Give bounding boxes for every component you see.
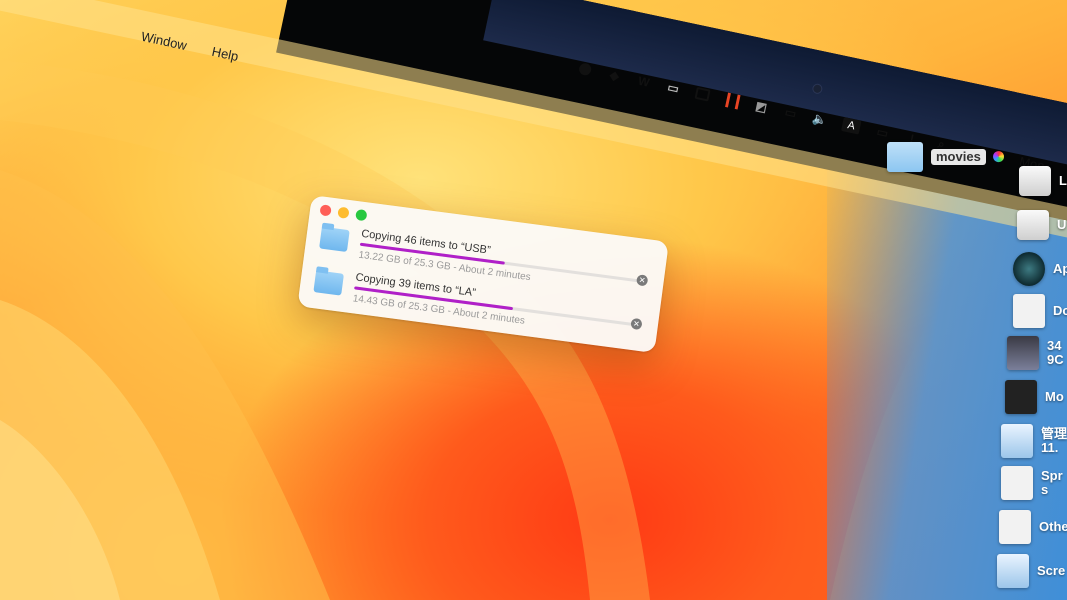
input-source-icon[interactable]: A: [841, 116, 862, 135]
stop-copy-button[interactable]: ✕: [636, 274, 649, 287]
image-icon: [1005, 380, 1037, 414]
screenshot-icon: [1001, 424, 1033, 458]
drive-icon: [1019, 166, 1051, 196]
battery-status-icon[interactable]: ▭: [665, 79, 682, 96]
desktop-item-image[interactable]: Mo: [1005, 380, 1064, 414]
desktop-item-drive-l[interactable]: L: [1019, 166, 1067, 196]
photo-icon: [1007, 336, 1039, 370]
desktop-item-label: 管理 11.: [1041, 426, 1067, 455]
folder-icon: [313, 270, 344, 296]
desktop-item-label: Spr s: [1041, 468, 1063, 497]
desktop-item-label: U: [1057, 217, 1067, 232]
desktop-item-label: L: [1059, 173, 1067, 188]
desktop-icons: movies L U Ap Do 34 9C Mo 管理 11. Spr s O…: [867, 0, 1067, 600]
minimize-button[interactable]: [337, 206, 350, 219]
desktop-item-label: Scre: [1037, 563, 1066, 578]
zoom-button[interactable]: [355, 208, 368, 222]
screenshot-icon: [997, 554, 1029, 588]
volume-icon[interactable]: 🔈: [811, 110, 829, 127]
desktop-item-screenshot-2[interactable]: Scre: [997, 554, 1065, 588]
desktop-item-screenshot-1[interactable]: 管理 11.: [1001, 424, 1067, 458]
close-button[interactable]: [319, 204, 332, 217]
desktop-item-doc[interactable]: Do: [1013, 294, 1067, 328]
clipboard-icon[interactable]: ◩: [753, 98, 770, 115]
desktop-item-label: movies: [931, 149, 986, 165]
desktop-item-label: Ap: [1053, 261, 1067, 276]
desktop-item-label: Do: [1053, 303, 1067, 318]
folder-icon: [319, 226, 350, 253]
desktop-item-label: 34 9C: [1047, 338, 1064, 367]
desktop-item-spr[interactable]: Spr s: [1001, 466, 1063, 500]
window-switch-icon[interactable]: [694, 85, 711, 102]
desktop-item-photo[interactable]: 34 9C: [1007, 336, 1064, 370]
desktop-item-drive-u[interactable]: U: [1017, 210, 1066, 240]
desktop-item-app[interactable]: Ap: [1013, 252, 1067, 286]
document-icon: [1001, 466, 1033, 500]
desktop-item-other[interactable]: Othe: [999, 510, 1067, 544]
display-icon[interactable]: ▭: [782, 104, 799, 121]
folder-icon: [887, 142, 923, 172]
desktop-item-label: Mo: [1045, 389, 1064, 404]
stop-copy-button[interactable]: ✕: [630, 317, 643, 331]
window-controls: [319, 204, 368, 222]
tag-icon[interactable]: ◆: [606, 67, 623, 84]
document-icon: [999, 510, 1031, 544]
wps-icon[interactable]: W: [636, 73, 653, 90]
pause-icon[interactable]: ❙❙: [721, 90, 743, 110]
record-icon[interactable]: [577, 60, 594, 77]
drive-icon: [1017, 210, 1049, 240]
desktop-item-movies[interactable]: movies: [887, 142, 986, 172]
desktop-item-label: Othe: [1039, 519, 1067, 534]
document-icon: [1013, 294, 1045, 328]
app-icon: [1013, 252, 1045, 286]
